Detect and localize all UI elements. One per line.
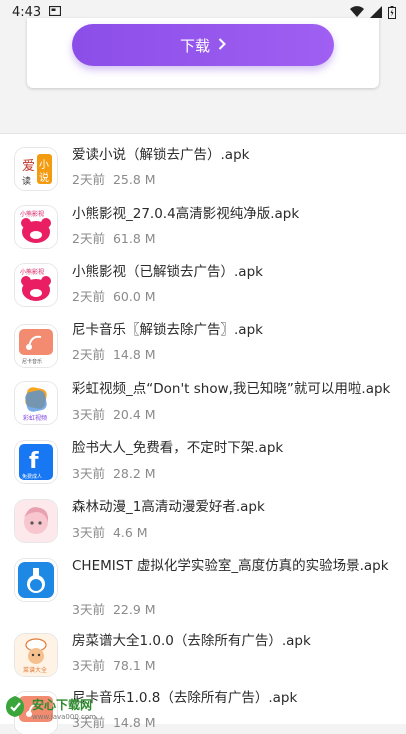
file-meta: 2天前 61.8 M [72,228,156,247]
watermark-name: 安心下载网 [32,697,93,712]
bear-video-icon: 小熊影视 [15,206,57,248]
watermark-logo-icon [2,693,28,723]
facebook-adult-icon: f 免费成人 [15,441,57,483]
file-size: 4.6 M [112,525,148,540]
recipe-chef-icon: 菜谱大全 [15,634,57,676]
svg-text:f: f [29,449,39,474]
chevron-right-icon [218,36,226,54]
file-name: 小熊影视（已解锁去广告）.apk [72,264,263,280]
list-item[interactable]: 小熊影视 小熊影视_27.0.4高清影视纯净版.apk 2天前 61.8 M [0,194,406,252]
file-date: 2天前 [72,347,105,362]
file-name: CHEMIST 虚拟化学实验室_高度仿真的实验场景.apk [72,558,389,574]
aidu-novel-icon: 爱读小说 [15,148,57,190]
file-name: 彩虹视频_点“Don't show,我已知晓”就可以用啦.apk [72,381,391,397]
download-card: 下载 [27,18,379,88]
file-date: 3天前 [72,602,105,617]
battery-icon [388,5,396,19]
file-meta: 3天前 78.1 M [72,655,156,674]
file-size: 78.1 M [112,658,156,673]
signal-icon [370,6,382,18]
file-name: 尼卡音乐〖解锁去除广告〗.apk [72,322,263,338]
watermark: 安心下载网 www.java000.com [2,693,106,723]
file-date: 2天前 [72,231,105,246]
file-date: 3天前 [72,658,105,673]
chemist-flask-icon [15,559,57,601]
file-size: 25.8 M [112,172,156,187]
file-name: 尼卡音乐1.0.8（去除所有广告）.apk [72,690,298,706]
list-item[interactable]: 森林动漫_1高清动漫爱好者.apk 3天前 4.6 M [0,487,406,545]
svg-text:彩虹视频: 彩虹视频 [23,414,47,422]
file-name: 爱读小说（解锁去广告）.apk [72,147,250,163]
svg-text:菜谱大全: 菜谱大全 [23,666,47,674]
file-date: 3天前 [72,466,105,481]
file-name: 小熊影视_27.0.4高清影视纯净版.apk [72,206,300,222]
forest-anime-icon [15,500,57,542]
file-date: 2天前 [72,289,105,304]
file-date: 3天前 [72,407,105,422]
svg-text:小: 小 [39,159,49,171]
list-item[interactable]: 菜谱大全 房菜谱大全1.0.0（去除所有广告）.apk 3天前 78.1 M [0,623,406,681]
list-item[interactable]: 小熊影视 小熊影视（已解锁去广告）.apk 2天前 60.0 M [0,252,406,310]
file-date: 2天前 [72,172,105,187]
wifi-icon [350,6,364,18]
svg-text:小熊影视: 小熊影视 [20,210,44,218]
list-item[interactable]: 爱读小说 爱读小说（解锁去广告）.apk 2天前 25.8 M [0,134,406,194]
file-name: 森林动漫_1高清动漫爱好者.apk [72,499,265,515]
file-meta: 2天前 60.0 M [72,286,156,305]
list-item[interactable]: 尼卡音乐 尼卡音乐〖解锁去除广告〗.apk 2天前 14.8 M [0,310,406,368]
file-meta: 3天前 20.4 M [72,404,156,423]
watermark-url: www.java000.com [32,712,96,721]
file-size: 14.8 M [112,347,156,362]
file-meta: 2天前 25.8 M [72,169,156,188]
file-size: 20.4 M [112,407,156,422]
file-size: 28.2 M [112,466,156,481]
file-size: 60.0 M [112,289,156,304]
svg-text:爱: 爱 [22,159,35,174]
file-size: 22.9 M [112,602,156,617]
file-meta: 3天前 4.6 M [72,522,148,541]
list-item[interactable]: f 免费成人 脸书大人_免费看，不定时下架.apk 3天前 28.2 M [0,427,406,487]
rainbow-video-icon: 彩虹视频 [15,382,57,424]
svg-text:读: 读 [22,175,31,187]
file-meta: 3天前 22.9 M [72,599,156,618]
file-name: 房菜谱大全1.0.0（去除所有广告）.apk [72,633,311,649]
svg-text:小熊影视: 小熊影视 [20,268,44,276]
svg-text:说: 说 [39,171,49,184]
list-item[interactable]: CHEMIST 虚拟化学实验室_高度仿真的实验场景.apk 3天前 22.9 M [0,545,406,623]
svg-text:免费成人: 免费成人 [22,473,42,480]
nika-music-icon: 尼卡音乐 [15,325,57,367]
bear-video-icon: 小熊影视 [15,264,57,306]
download-button[interactable]: 下载 [72,24,334,66]
file-name: 脸书大人_免费看，不定时下架.apk [72,440,284,456]
file-meta: 2天前 14.8 M [72,344,156,363]
file-size: 61.8 M [112,231,156,246]
svg-text:尼卡音乐: 尼卡音乐 [22,358,42,365]
file-meta: 3天前 28.2 M [72,463,156,482]
download-button-label: 下载 [179,36,210,55]
file-list: 爱读小说 爱读小说（解锁去广告）.apk 2天前 25.8 M 小熊影视 小熊影视… [0,133,406,734]
file-date: 3天前 [72,525,105,540]
list-item[interactable]: 彩虹视频 彩虹视频_点“Don't show,我已知晓”就可以用啦.apk 3天… [0,368,406,427]
